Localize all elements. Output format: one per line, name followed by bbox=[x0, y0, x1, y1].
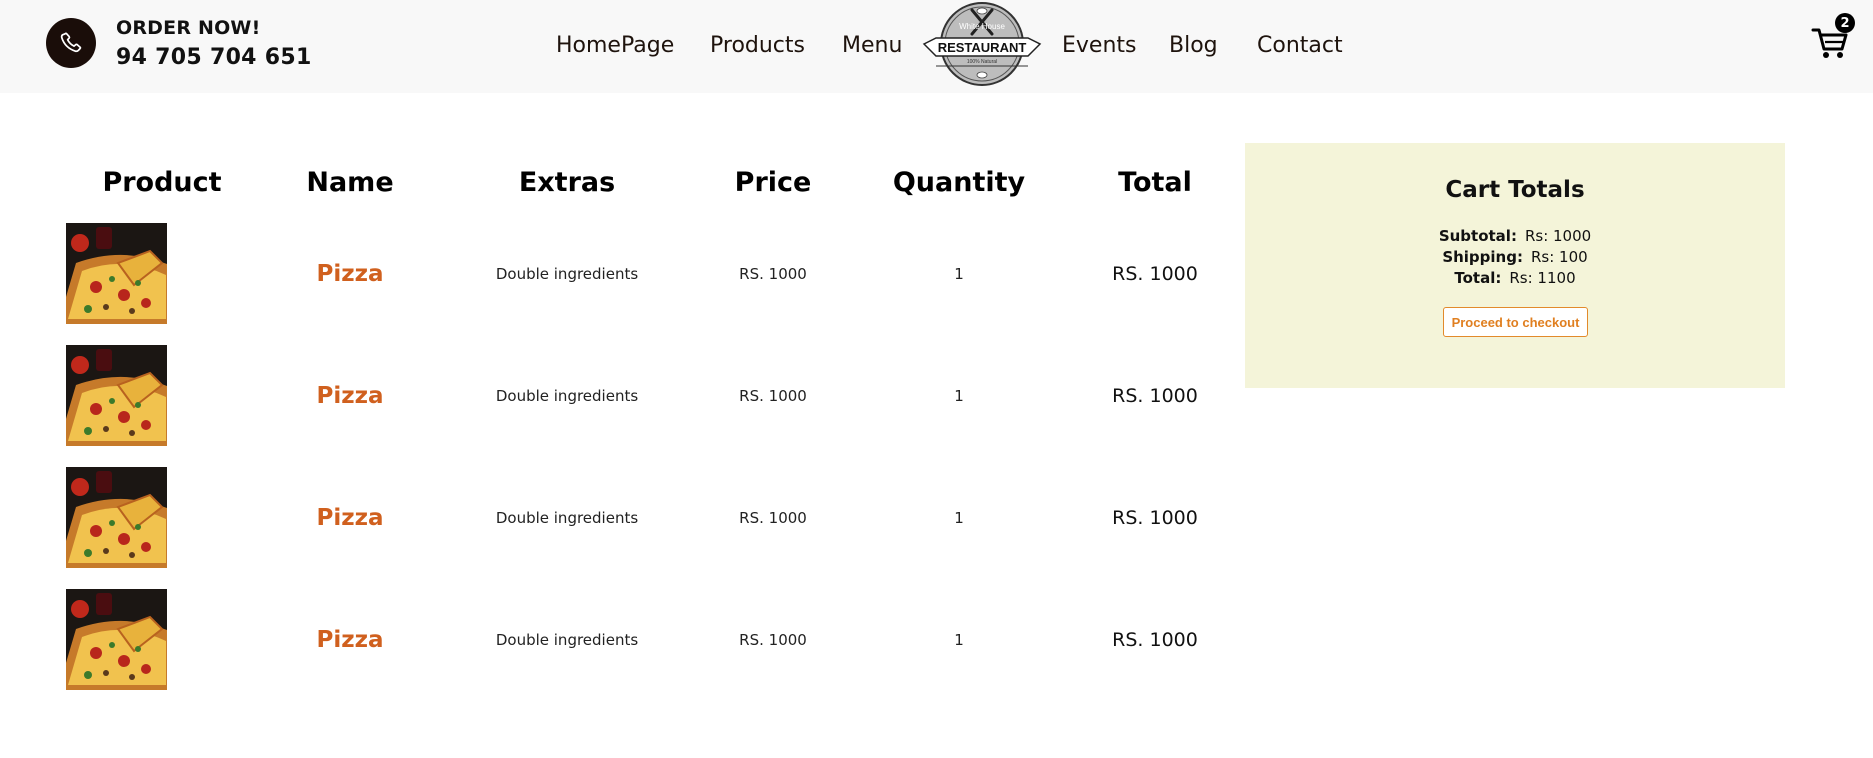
product-price: RS. 1000 bbox=[739, 509, 807, 527]
product-image[interactable] bbox=[66, 345, 167, 446]
col-header-total: Total bbox=[1118, 167, 1192, 198]
col-header-name: Name bbox=[306, 167, 394, 198]
phone-icon bbox=[60, 32, 82, 53]
pizza-image bbox=[66, 345, 167, 446]
phone-button[interactable] bbox=[46, 18, 96, 68]
product-image[interactable] bbox=[66, 589, 167, 690]
order-phone-number[interactable]: 94 705 704 651 bbox=[116, 45, 312, 70]
product-extras: Double ingredients bbox=[495, 387, 639, 405]
cart-count-badge: 2 bbox=[1835, 13, 1855, 33]
product-total: RS. 1000 bbox=[1112, 385, 1198, 407]
restaurant-logo[interactable]: White House RESTAURANT 100% Natural bbox=[922, 0, 1042, 88]
pizza-image bbox=[66, 467, 167, 568]
nav-blog[interactable]: Blog bbox=[1169, 33, 1218, 58]
product-name-link[interactable]: Pizza bbox=[316, 505, 383, 531]
proceed-to-checkout-button[interactable]: Proceed to checkout bbox=[1443, 307, 1588, 337]
subtotal-value: Rs: 1000 bbox=[1524, 227, 1592, 245]
product-image[interactable] bbox=[66, 223, 167, 324]
logo-sub-text: 100% Natural bbox=[967, 59, 997, 65]
order-now-label: ORDER NOW! bbox=[116, 17, 261, 39]
product-extras: Double ingredients bbox=[495, 265, 639, 283]
product-price: RS. 1000 bbox=[739, 387, 807, 405]
product-extras: Double ingredients bbox=[495, 631, 639, 649]
nav-menu[interactable]: Menu bbox=[842, 33, 902, 58]
product-image[interactable] bbox=[66, 467, 167, 568]
cart-row: Pizza Double ingredients RS. 1000 1 RS. … bbox=[66, 223, 1226, 325]
product-extras: Double ingredients bbox=[495, 509, 639, 527]
col-header-price: Price bbox=[734, 167, 812, 198]
cart-row: Pizza Double ingredients RS. 1000 1 RS. … bbox=[66, 467, 1226, 569]
product-total: RS. 1000 bbox=[1112, 263, 1198, 285]
shipping-value: Rs: 100 bbox=[1530, 248, 1588, 266]
product-quantity: 1 bbox=[954, 265, 964, 283]
logo-main-text: RESTAURANT bbox=[938, 40, 1027, 55]
pizza-image bbox=[66, 589, 167, 690]
cart-row: Pizza Double ingredients RS. 1000 1 RS. … bbox=[66, 589, 1226, 691]
product-total: RS. 1000 bbox=[1112, 507, 1198, 529]
product-total: RS. 1000 bbox=[1112, 629, 1198, 651]
col-header-extras: Extras bbox=[518, 167, 616, 198]
product-quantity: 1 bbox=[954, 387, 964, 405]
product-quantity: 1 bbox=[954, 631, 964, 649]
subtotal-line: Subtotal: Rs: 1000 bbox=[1245, 227, 1785, 245]
product-name-link[interactable]: Pizza bbox=[316, 383, 383, 409]
product-name-link[interactable]: Pizza bbox=[316, 261, 383, 287]
shipping-label: Shipping: bbox=[1442, 248, 1523, 266]
nav-events[interactable]: Events bbox=[1062, 33, 1137, 58]
site-header: ORDER NOW! 94 705 704 651 HomePage Produ… bbox=[0, 0, 1873, 93]
shipping-line: Shipping: Rs: 100 bbox=[1245, 248, 1785, 266]
total-line: Total: Rs: 1100 bbox=[1245, 269, 1785, 287]
total-value: Rs: 1100 bbox=[1509, 269, 1576, 287]
pizza-image bbox=[66, 223, 167, 324]
nav-homepage[interactable]: HomePage bbox=[556, 33, 674, 58]
nav-products[interactable]: Products bbox=[710, 33, 805, 58]
cart-totals-title: Cart Totals bbox=[1445, 177, 1585, 203]
product-name-link[interactable]: Pizza bbox=[316, 627, 383, 653]
cart-row: Pizza Double ingredients RS. 1000 1 RS. … bbox=[66, 345, 1226, 447]
product-price: RS. 1000 bbox=[739, 265, 807, 283]
subtotal-label: Subtotal: bbox=[1438, 227, 1517, 245]
cart-totals-panel: Cart Totals Subtotal: Rs: 1000 Shipping: R… bbox=[1245, 143, 1785, 388]
product-quantity: 1 bbox=[954, 509, 964, 527]
col-header-quantity: Quantity bbox=[892, 167, 1026, 198]
total-label: Total: bbox=[1454, 269, 1502, 287]
product-price: RS. 1000 bbox=[739, 631, 807, 649]
logo-top-text: White House bbox=[959, 22, 1005, 31]
col-header-product: Product bbox=[102, 167, 222, 198]
nav-contact[interactable]: Contact bbox=[1257, 33, 1343, 58]
